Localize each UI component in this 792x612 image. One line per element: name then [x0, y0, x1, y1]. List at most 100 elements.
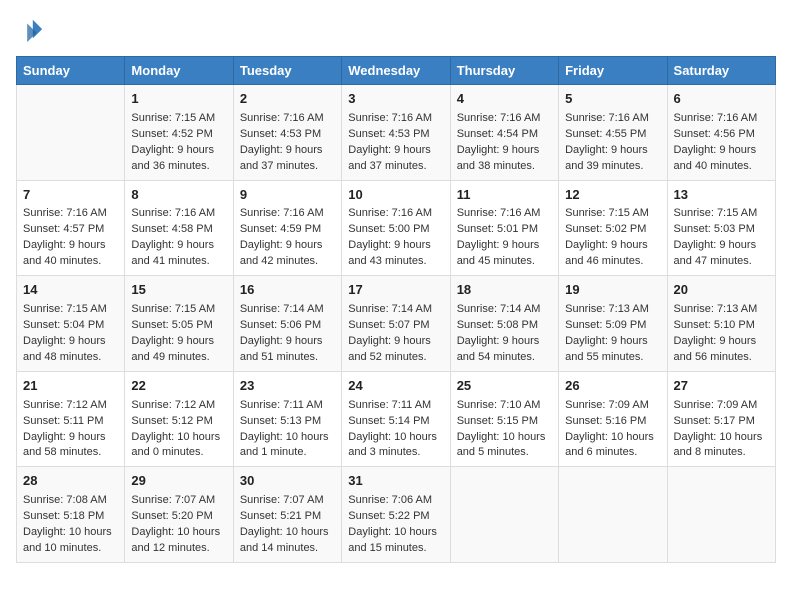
cell-detail: Sunset: 5:10 PM: [674, 318, 769, 334]
calendar-cell: 22Sunrise: 7:12 AMSunset: 5:12 PMDayligh…: [125, 371, 233, 467]
cell-detail: Sunrise: 7:14 AM: [240, 302, 335, 318]
day-number: 25: [457, 377, 552, 396]
calendar-cell: 6Sunrise: 7:16 AMSunset: 4:56 PMDaylight…: [667, 85, 775, 181]
cell-detail: Daylight: 10 hours: [348, 525, 443, 541]
cell-detail: and 0 minutes.: [131, 445, 226, 461]
calendar-week-row: 21Sunrise: 7:12 AMSunset: 5:11 PMDayligh…: [17, 371, 776, 467]
cell-detail: Sunset: 5:18 PM: [23, 509, 118, 525]
cell-detail: Sunrise: 7:16 AM: [457, 206, 552, 222]
cell-detail: and 14 minutes.: [240, 541, 335, 557]
cell-detail: Sunrise: 7:09 AM: [674, 398, 769, 414]
weekday-header-saturday: Saturday: [667, 57, 775, 85]
cell-detail: Sunset: 5:12 PM: [131, 414, 226, 430]
cell-detail: Sunset: 5:09 PM: [565, 318, 660, 334]
cell-detail: Daylight: 10 hours: [240, 430, 335, 446]
calendar-cell: [559, 467, 667, 563]
cell-detail: Daylight: 10 hours: [565, 430, 660, 446]
calendar-cell: [17, 85, 125, 181]
day-number: 17: [348, 281, 443, 300]
calendar-cell: [450, 467, 558, 563]
cell-detail: Sunrise: 7:16 AM: [240, 111, 335, 127]
cell-detail: Sunset: 5:22 PM: [348, 509, 443, 525]
calendar-cell: 14Sunrise: 7:15 AMSunset: 5:04 PMDayligh…: [17, 276, 125, 372]
cell-detail: and 37 minutes.: [240, 159, 335, 175]
cell-detail: Daylight: 10 hours: [674, 430, 769, 446]
cell-detail: and 5 minutes.: [457, 445, 552, 461]
calendar-cell: 30 Sunrise: 7:07 AMSunset: 5:21 PMDayligh…: [233, 467, 341, 563]
calendar-cell: 17Sunrise: 7:14 AMSunset: 5:07 PMDayligh…: [342, 276, 450, 372]
cell-detail: Sunrise: 7:15 AM: [23, 302, 118, 318]
cell-detail: Daylight: 10 hours: [23, 525, 118, 541]
cell-detail: Daylight: 9 hours: [23, 238, 118, 254]
cell-detail: Daylight: 9 hours: [565, 143, 660, 159]
calendar-cell: 5Sunrise: 7:16 AMSunset: 4:55 PMDaylight…: [559, 85, 667, 181]
calendar-cell: 10Sunrise: 7:16 AMSunset: 5:00 PMDayligh…: [342, 180, 450, 276]
calendar-cell: 31Sunrise: 7:06 AMSunset: 5:22 PMDayligh…: [342, 467, 450, 563]
cell-detail: Sunrise: 7:12 AM: [23, 398, 118, 414]
cell-detail: and 48 minutes.: [23, 350, 118, 366]
weekday-header-friday: Friday: [559, 57, 667, 85]
cell-detail: Sunrise: 7:15 AM: [131, 111, 226, 127]
weekday-header-sunday: Sunday: [17, 57, 125, 85]
cell-detail: Daylight: 9 hours: [23, 334, 118, 350]
day-number: 12: [565, 186, 660, 205]
cell-detail: Sunrise: 7:16 AM: [457, 111, 552, 127]
cell-detail: and 56 minutes.: [674, 350, 769, 366]
calendar-week-row: 1Sunrise: 7:15 AMSunset: 4:52 PMDaylight…: [17, 85, 776, 181]
cell-detail: and 6 minutes.: [565, 445, 660, 461]
day-number: 6: [674, 90, 769, 109]
cell-detail: Sunset: 5:21 PM: [240, 509, 335, 525]
cell-detail: Daylight: 9 hours: [457, 334, 552, 350]
cell-detail: and 43 minutes.: [348, 254, 443, 270]
calendar-cell: 29Sunrise: 7:07 AMSunset: 5:20 PMDayligh…: [125, 467, 233, 563]
calendar-cell: 2Sunrise: 7:16 AMSunset: 4:53 PMDaylight…: [233, 85, 341, 181]
cell-detail: and 52 minutes.: [348, 350, 443, 366]
day-number: 3: [348, 90, 443, 109]
cell-detail: Sunset: 4:56 PM: [674, 127, 769, 143]
cell-detail: and 39 minutes.: [565, 159, 660, 175]
cell-detail: Daylight: 9 hours: [674, 334, 769, 350]
cell-detail: Sunrise: 7:07 AM: [240, 493, 335, 509]
calendar-cell: [667, 467, 775, 563]
day-number: 30: [240, 472, 335, 491]
cell-detail: and 40 minutes.: [674, 159, 769, 175]
calendar-week-row: 14Sunrise: 7:15 AMSunset: 5:04 PMDayligh…: [17, 276, 776, 372]
day-number: 18: [457, 281, 552, 300]
calendar-week-row: 7Sunrise: 7:16 AMSunset: 4:57 PMDaylight…: [17, 180, 776, 276]
cell-detail: Sunset: 5:15 PM: [457, 414, 552, 430]
cell-detail: Daylight: 10 hours: [131, 525, 226, 541]
cell-detail: Sunrise: 7:16 AM: [131, 206, 226, 222]
day-number: 4: [457, 90, 552, 109]
cell-detail: Daylight: 9 hours: [457, 238, 552, 254]
cell-detail: Sunset: 4:58 PM: [131, 222, 226, 238]
cell-detail: Sunset: 5:00 PM: [348, 222, 443, 238]
day-number: 11: [457, 186, 552, 205]
calendar-cell: 21Sunrise: 7:12 AMSunset: 5:11 PMDayligh…: [17, 371, 125, 467]
cell-detail: and 47 minutes.: [674, 254, 769, 270]
cell-detail: and 12 minutes.: [131, 541, 226, 557]
day-number: 20: [674, 281, 769, 300]
calendar-week-row: 28Sunrise: 7:08 AMSunset: 5:18 PMDayligh…: [17, 467, 776, 563]
cell-detail: Sunset: 5:08 PM: [457, 318, 552, 334]
cell-detail: Sunrise: 7:16 AM: [240, 206, 335, 222]
cell-detail: Daylight: 9 hours: [240, 238, 335, 254]
cell-detail: Sunset: 4:55 PM: [565, 127, 660, 143]
cell-detail: and 46 minutes.: [565, 254, 660, 270]
cell-detail: Sunset: 5:16 PM: [565, 414, 660, 430]
cell-detail: Daylight: 10 hours: [131, 430, 226, 446]
cell-detail: Sunrise: 7:14 AM: [348, 302, 443, 318]
cell-detail: Sunset: 4:59 PM: [240, 222, 335, 238]
calendar-cell: 3Sunrise: 7:16 AMSunset: 4:53 PMDaylight…: [342, 85, 450, 181]
calendar-cell: 24Sunrise: 7:11 AMSunset: 5:14 PMDayligh…: [342, 371, 450, 467]
calendar-cell: 11Sunrise: 7:16 AMSunset: 5:01 PMDayligh…: [450, 180, 558, 276]
day-number: 1: [131, 90, 226, 109]
cell-detail: Daylight: 9 hours: [348, 143, 443, 159]
cell-detail: Daylight: 9 hours: [348, 334, 443, 350]
cell-detail: Sunrise: 7:16 AM: [348, 111, 443, 127]
cell-detail: Daylight: 9 hours: [131, 143, 226, 159]
day-number: 24: [348, 377, 443, 396]
cell-detail: Daylight: 10 hours: [240, 525, 335, 541]
calendar-cell: 4Sunrise: 7:16 AMSunset: 4:54 PMDaylight…: [450, 85, 558, 181]
calendar-table: SundayMondayTuesdayWednesdayThursdayFrid…: [16, 56, 776, 563]
cell-detail: and 54 minutes.: [457, 350, 552, 366]
